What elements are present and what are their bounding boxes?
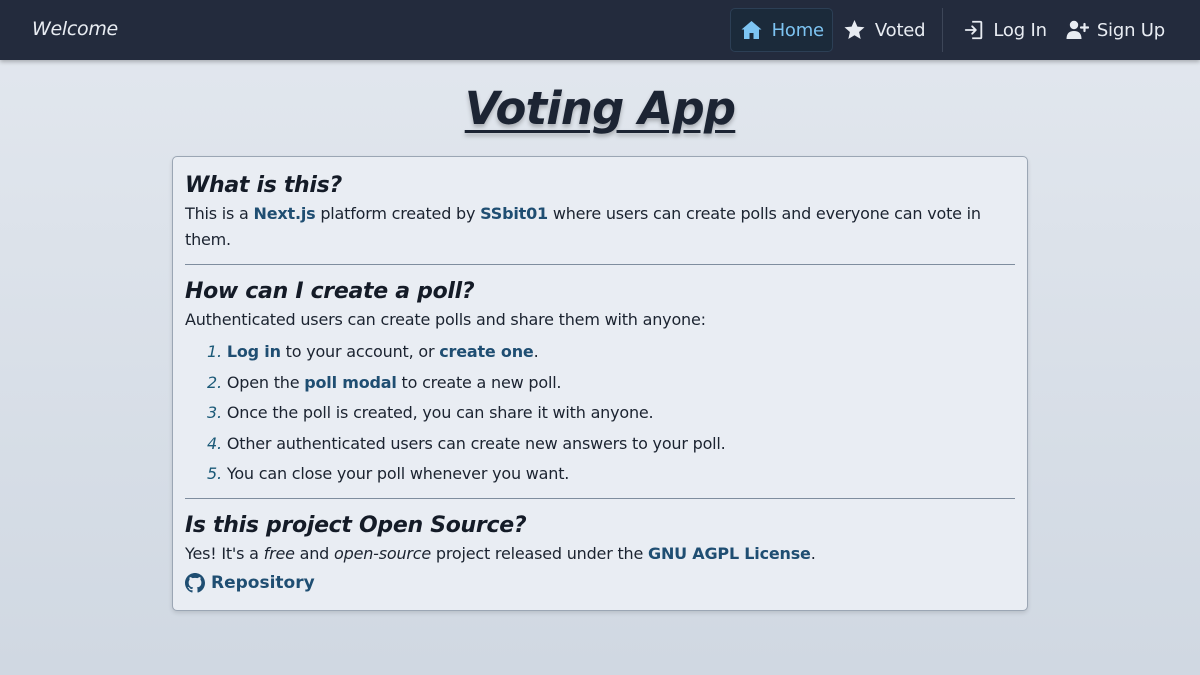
- repository-label: Repository: [211, 572, 315, 593]
- step-text: Other authenticated users can create new…: [226, 433, 726, 453]
- section-opensource: Is this project Open Source? Yes! It's a…: [185, 511, 1015, 593]
- os-text-4: .: [810, 543, 816, 563]
- list-item: 2. Open the poll modal to create a new po…: [207, 368, 1015, 399]
- nav-voted-button[interactable]: Voted: [833, 8, 935, 52]
- step-number: 1.: [207, 342, 222, 361]
- step-number: 3.: [207, 403, 222, 422]
- divider: [185, 497, 1015, 499]
- section-opensource-heading: Is this project Open Source?: [185, 512, 527, 538]
- step-text: to create a new poll.: [396, 372, 562, 392]
- section-what: What is this? This is a Next.js platform…: [185, 171, 1015, 253]
- os-text-3: project released under the: [431, 543, 649, 563]
- step-text: .: [533, 342, 539, 361]
- step-text: Once the poll is created, you can share …: [226, 403, 654, 422]
- section-opensource-text: Yes! It's a free and open-source project…: [185, 541, 1015, 567]
- info-card: What is this? This is a Next.js platform…: [172, 156, 1028, 611]
- section-what-heading: What is this?: [185, 173, 342, 198]
- login-link[interactable]: Log in: [227, 342, 281, 361]
- nav-divider: [942, 8, 944, 52]
- nav-signup-label: Sign Up: [1096, 19, 1165, 41]
- nav-voted-label: Voted: [874, 19, 926, 41]
- nav-signup-button[interactable]: Sign Up: [1056, 8, 1174, 52]
- step-text: You can close your poll whenever you wan…: [226, 464, 570, 483]
- step-text: to your account, or: [280, 342, 440, 361]
- nav-login-label: Log In: [993, 19, 1047, 41]
- github-icon: [185, 572, 205, 593]
- section-what-text: This is a Next.js platform created by SS…: [185, 201, 1015, 253]
- page-title: Voting App: [464, 82, 736, 135]
- user-plus-icon: [1066, 20, 1089, 39]
- poll-modal-link[interactable]: poll modal: [304, 373, 397, 392]
- os-text-2: and: [294, 543, 335, 563]
- section-how-intro: Authenticated users can create polls and…: [185, 310, 706, 329]
- what-text-1: This is a: [185, 204, 254, 223]
- login-icon: [965, 20, 983, 40]
- list-item: 1. Log in to your account, or create one.: [207, 337, 1015, 368]
- step-number: 5.: [207, 464, 222, 483]
- step-text: Open the: [226, 372, 305, 392]
- repository-link[interactable]: Repository: [185, 572, 1015, 593]
- os-free: free: [263, 543, 295, 563]
- nextjs-link[interactable]: Next.js: [254, 204, 316, 223]
- author-link[interactable]: SSbit01: [480, 204, 548, 223]
- section-how: How can I create a poll? Authenticated u…: [185, 277, 1015, 490]
- star-icon: [844, 20, 865, 39]
- steps-list: 1. Log in to your account, or create one.…: [207, 337, 1015, 490]
- brand-welcome[interactable]: Welcome: [32, 18, 118, 40]
- step-number: 2.: [207, 372, 222, 392]
- divider: [185, 264, 1015, 265]
- nav-links: Home Voted Log In Sign Up: [729, 8, 1174, 52]
- nav-login-button[interactable]: Log In: [954, 8, 1055, 52]
- home-icon: [741, 21, 762, 39]
- list-item: 3. Once the poll is created, you can shar…: [207, 398, 1015, 429]
- list-item: 5. You can close your poll whenever you w…: [207, 459, 1015, 490]
- section-how-heading: How can I create a poll?: [185, 279, 475, 304]
- top-navbar: Welcome Home Voted Log In Sign Up: [0, 0, 1200, 60]
- create-account-link[interactable]: create one: [439, 342, 534, 361]
- os-text-1: Yes! It's a: [185, 543, 264, 563]
- nav-home-label: Home: [771, 19, 825, 41]
- nav-home-button[interactable]: Home: [729, 8, 833, 52]
- os-open-source: open-source: [334, 543, 432, 563]
- license-link[interactable]: GNU AGPL License: [648, 544, 811, 563]
- what-text-2: platform created by: [315, 204, 481, 223]
- step-number: 4.: [207, 433, 222, 453]
- list-item: 4. Other authenticated users can create n…: [207, 429, 1015, 460]
